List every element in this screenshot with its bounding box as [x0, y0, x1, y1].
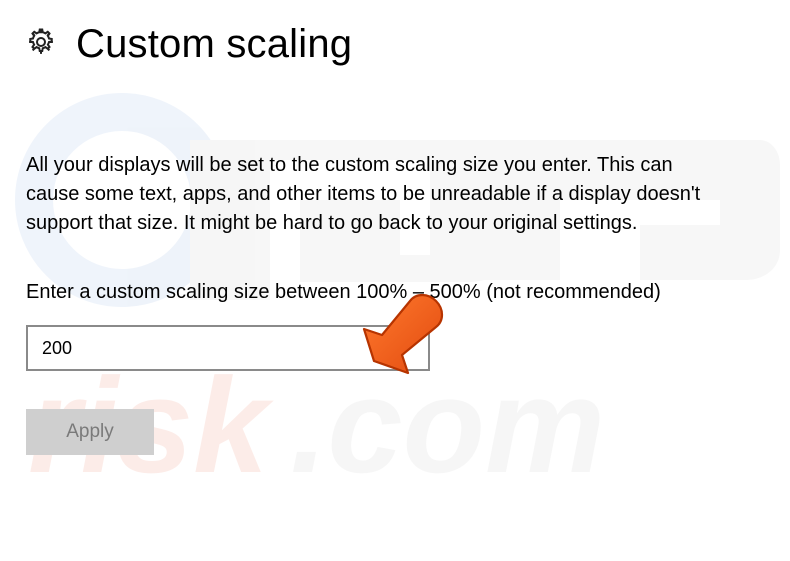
page-header: Custom scaling — [26, 22, 764, 67]
custom-scaling-input[interactable] — [26, 325, 430, 371]
input-prompt: Enter a custom scaling size between 100%… — [26, 278, 666, 307]
description-text: All your displays will be set to the cus… — [26, 151, 726, 238]
apply-button[interactable]: Apply — [26, 409, 154, 455]
gear-icon — [26, 27, 56, 62]
page-title: Custom scaling — [76, 22, 352, 67]
input-row — [26, 325, 764, 371]
